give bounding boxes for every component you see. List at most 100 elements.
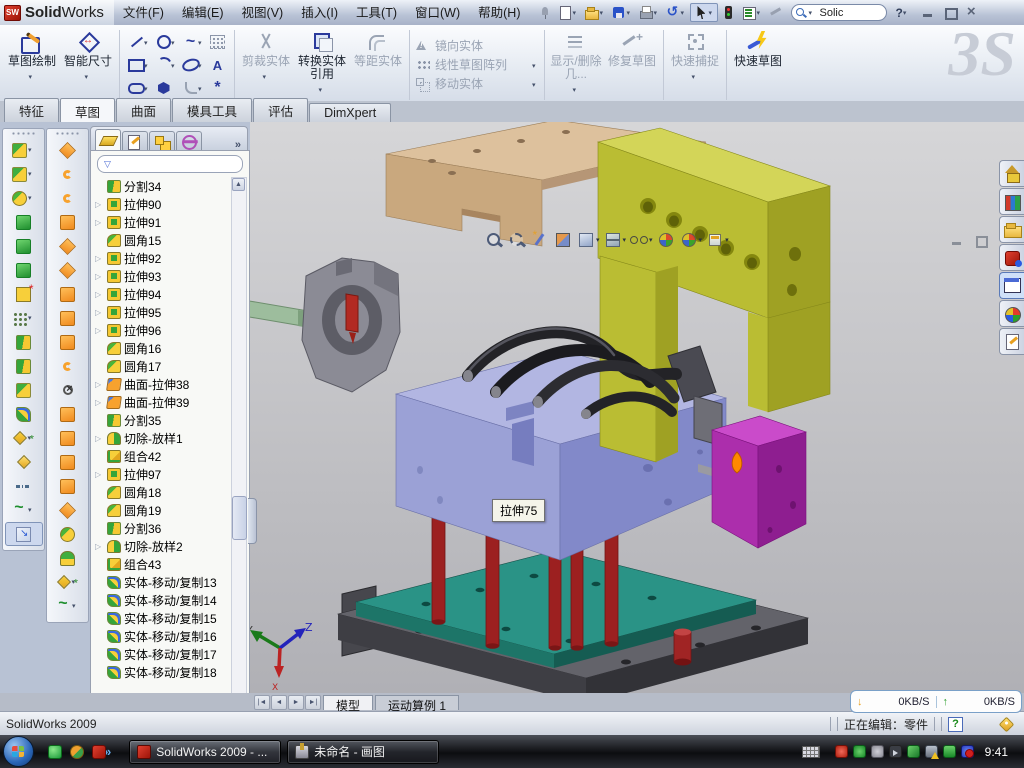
- design-library-icon[interactable]: [999, 188, 1024, 215]
- expand-arrow-icon[interactable]: [95, 218, 104, 227]
- section-view-icon[interactable]: [553, 230, 573, 250]
- scroll-up-button[interactable]: ▲: [232, 178, 245, 191]
- health-monitor-icon[interactable]: [943, 745, 956, 758]
- ruled-surface-icon[interactable]: [49, 330, 87, 354]
- expand-arrow-icon[interactable]: [95, 290, 104, 299]
- linear-pattern-icon[interactable]: [5, 306, 43, 330]
- tree-item[interactable]: 圆角18: [93, 483, 229, 501]
- side-block[interactable]: [712, 416, 806, 548]
- save-icon[interactable]: [609, 4, 635, 21]
- rib-icon[interactable]: [5, 258, 43, 282]
- selection-filter-icon[interactable]: [766, 4, 785, 21]
- appearances-scenes-icon[interactable]: [999, 300, 1024, 327]
- task-button[interactable]: SolidWorks 2009 - ...: [129, 740, 281, 764]
- tree-vertical-scrollbar[interactable]: ▲ ▼: [231, 177, 247, 768]
- dome-icon[interactable]: [49, 546, 87, 570]
- zoom-fit-icon[interactable]: [484, 230, 504, 250]
- quick-snaps-button[interactable]: 快速捕捉: [667, 27, 723, 103]
- custom-properties-icon[interactable]: [999, 328, 1024, 355]
- solidworks-launcher-icon[interactable]: [92, 745, 106, 759]
- tree-item[interactable]: 拉伸94: [93, 285, 229, 303]
- home-tab-icon[interactable]: [999, 160, 1024, 187]
- sketch-caret-icon[interactable]: [29, 69, 36, 83]
- mirror-entities-button[interactable]: 镜向实体: [413, 38, 541, 54]
- line-icon[interactable]: [123, 31, 150, 54]
- edit-appearance-icon[interactable]: [656, 230, 676, 250]
- offset-surface-icon[interactable]: [49, 306, 87, 330]
- featuremanager-tab[interactable]: [95, 129, 121, 151]
- smart-dimension-button[interactable]: 智能尺寸: [60, 27, 116, 103]
- convert-caret-icon[interactable]: [319, 82, 326, 96]
- knit-surface-icon[interactable]: [49, 474, 87, 498]
- move-copy-bodies-icon[interactable]: [5, 402, 43, 426]
- location-icon[interactable]: [907, 745, 920, 758]
- options-list-icon[interactable]: [739, 4, 765, 21]
- tree-item[interactable]: 拉伸93: [93, 267, 229, 285]
- hide-show-items-icon[interactable]: [629, 230, 653, 250]
- menu-item[interactable]: 工具(T): [347, 1, 406, 25]
- search-box[interactable]: [791, 4, 887, 21]
- menu-item[interactable]: 插入(I): [292, 1, 347, 25]
- convert-entities-button[interactable]: 转换实体引用: [294, 27, 350, 103]
- model-canvas[interactable]: Y Z X: [250, 122, 1024, 693]
- tree-item[interactable]: 组合42: [93, 447, 229, 465]
- task-button[interactable]: 未命名 - 画图: [287, 740, 439, 764]
- revolved-surface-icon[interactable]: [49, 162, 87, 186]
- menu-item[interactable]: 编辑(E): [173, 1, 233, 25]
- security-app-icon[interactable]: [70, 745, 84, 759]
- model-tab-模型[interactable]: 模型: [323, 695, 373, 710]
- expand-arrow-icon[interactable]: [95, 272, 104, 281]
- scroll-thumb[interactable]: [232, 496, 247, 540]
- tab-DimXpert[interactable]: DimXpert: [309, 103, 391, 122]
- arc-icon[interactable]: [150, 54, 177, 77]
- traffic-light-icon[interactable]: [719, 4, 738, 21]
- start-button[interactable]: [3, 736, 34, 767]
- menu-item[interactable]: 视图(V): [233, 1, 293, 25]
- tree-item[interactable]: 曲面-拉伸38: [93, 375, 229, 393]
- curves-icon[interactable]: [49, 594, 87, 618]
- hole-wizard-icon[interactable]: [5, 282, 43, 306]
- trim-entities-button[interactable]: 剪裁实体: [238, 27, 294, 103]
- extruded-surface-icon[interactable]: [49, 138, 87, 162]
- tree-item[interactable]: 圆角17: [93, 357, 229, 375]
- expand-arrow-icon[interactable]: [95, 326, 104, 335]
- slot-icon[interactable]: [123, 77, 150, 100]
- tree-item[interactable]: 切除-放样2: [93, 537, 229, 555]
- expand-arrow-icon[interactable]: [95, 200, 104, 209]
- shell-icon[interactable]: [5, 234, 43, 258]
- apply-scene-icon[interactable]: [679, 230, 703, 250]
- ellipse-icon[interactable]: [177, 54, 204, 77]
- trim-surface-icon[interactable]: [49, 450, 87, 474]
- new-document-icon[interactable]: [555, 4, 581, 21]
- zoom-area-icon[interactable]: [507, 230, 527, 250]
- tree-item[interactable]: 拉伸91: [93, 213, 229, 231]
- view-orientation-icon[interactable]: [576, 230, 600, 250]
- tree-item[interactable]: 实体-移动/复制18: [93, 663, 229, 681]
- smart-dimension-caret-icon[interactable]: [85, 69, 92, 83]
- intersect-icon[interactable]: [5, 354, 43, 378]
- offset-entities-button[interactable]: 等距实体: [350, 27, 406, 103]
- sprue-bushing-assembly[interactable]: [250, 258, 400, 392]
- network-warning-icon[interactable]: [925, 745, 938, 758]
- model-tab-运动算例 1[interactable]: 运动算例 1: [375, 695, 459, 710]
- toolbar-drag-handle[interactable]: [11, 131, 37, 136]
- reference-plane-icon[interactable]: [5, 450, 43, 474]
- pattern-box-icon[interactable]: [204, 31, 231, 54]
- delete-face-icon[interactable]: [49, 378, 87, 402]
- extend-surface-icon[interactable]: [49, 354, 87, 378]
- rectangle-icon[interactable]: [123, 54, 150, 77]
- doc-minimize-button[interactable]: [950, 234, 964, 247]
- tree-item[interactable]: 拉伸97: [93, 465, 229, 483]
- next-tab-button[interactable]: ►: [288, 695, 304, 710]
- lofted-boss-icon[interactable]: [5, 210, 43, 234]
- tree-item[interactable]: 切除-放样1: [93, 429, 229, 447]
- dimxpertmanager-tab[interactable]: [176, 131, 202, 151]
- tree-item[interactable]: 拉伸90: [93, 195, 229, 213]
- quick-tips-button[interactable]: ?: [948, 717, 963, 732]
- security-alert-icon[interactable]: [835, 745, 848, 758]
- pin-icon[interactable]: [535, 4, 554, 21]
- expand-arrow-icon[interactable]: [95, 542, 104, 551]
- tree-item[interactable]: 分割35: [93, 411, 229, 429]
- tree-item[interactable]: 曲面-拉伸39: [93, 393, 229, 411]
- tree-item[interactable]: 实体-移动/复制17: [93, 645, 229, 663]
